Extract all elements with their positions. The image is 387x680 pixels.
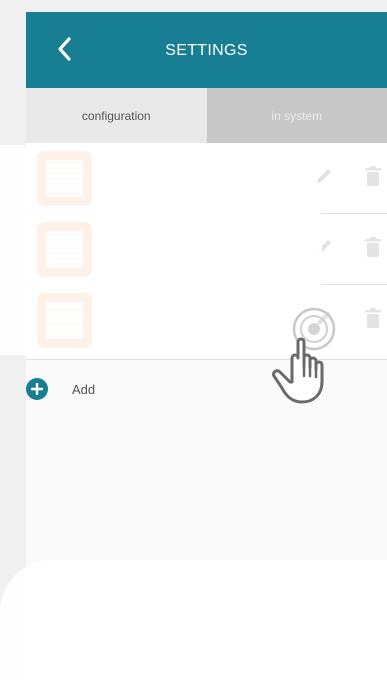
tab-configuration[interactable]: configuration (26, 88, 207, 143)
page-title: SETTINGS (165, 42, 248, 59)
add-button[interactable]: Add (26, 378, 95, 400)
pencil-icon[interactable] (313, 165, 335, 187)
tap-hand-icon (268, 336, 336, 408)
trash-icon[interactable] (364, 165, 382, 187)
trash-icon[interactable] (364, 307, 382, 329)
trash-icon[interactable] (364, 236, 382, 258)
tab-bar: configuration in system (26, 88, 387, 143)
add-label: Add (72, 381, 96, 397)
highlight-overlay-bottom (0, 560, 387, 680)
highlight-overlay (0, 145, 322, 355)
app-header: SETTINGS (26, 12, 387, 88)
plus-circle-icon (26, 378, 48, 400)
tab-in-system[interactable]: in system (206, 88, 387, 143)
